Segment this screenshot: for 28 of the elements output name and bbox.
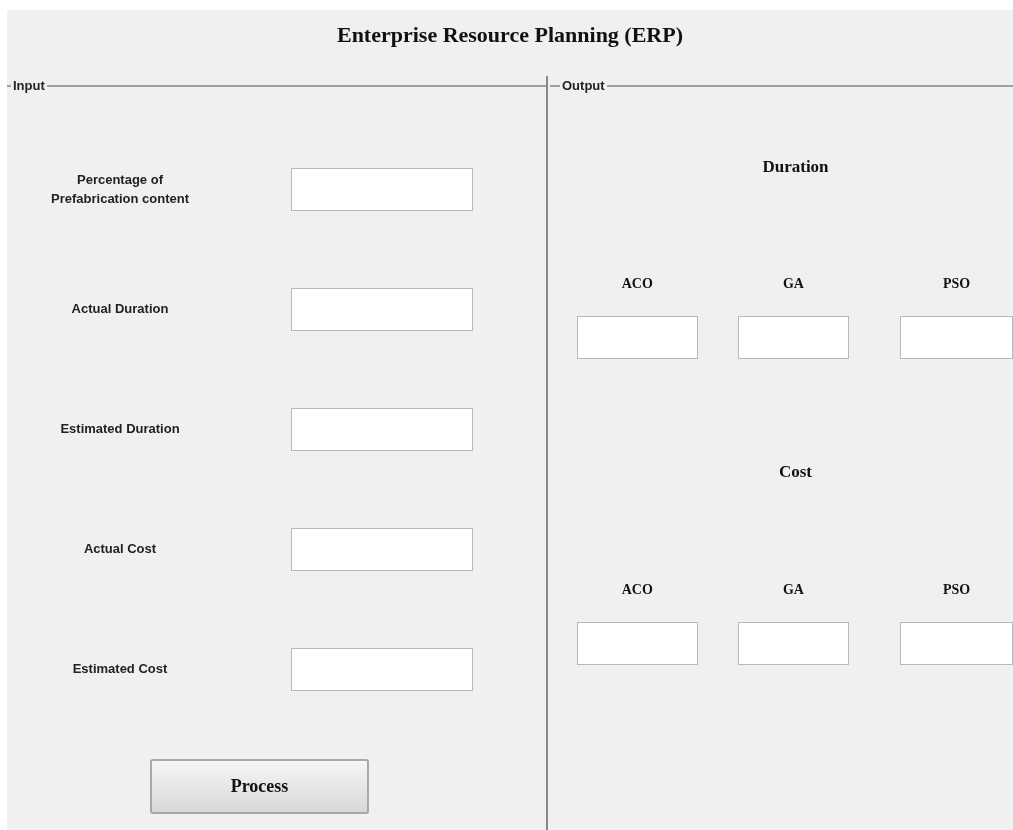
input-field[interactable] [291,527,473,571]
output-field[interactable] [737,621,850,665]
window-title: Enterprise Resource Planning (ERP) [336,21,684,49]
field-label: Estimated Cost [71,660,169,679]
field-label: Percentage of Prefabrication content [50,170,190,208]
output-field[interactable] [900,316,1013,359]
panel-legend: Input [11,76,47,96]
method-label: PSO [943,580,971,599]
output-field[interactable] [577,621,698,665]
panel-legend: Output [560,76,607,96]
field-label: Actual Cost [82,540,158,559]
output-field[interactable] [737,316,850,359]
process-button[interactable]: Process [150,758,369,814]
section-heading: Duration [762,155,829,178]
method-label: ACO [621,275,653,293]
output-field[interactable] [577,316,698,359]
input-field[interactable] [291,167,473,211]
section-heading: Cost [778,461,813,483]
method-label: GA [782,275,804,293]
field-label: Estimated Duration [59,420,181,439]
output-field[interactable] [900,621,1013,665]
method-label: PSO [943,275,971,293]
method-label: GA [782,580,804,599]
input-field[interactable] [291,647,473,691]
method-label: ACO [621,580,653,599]
input-field[interactable] [291,287,473,331]
input-field[interactable] [291,407,473,451]
field-label: Actual Duration [70,300,170,319]
